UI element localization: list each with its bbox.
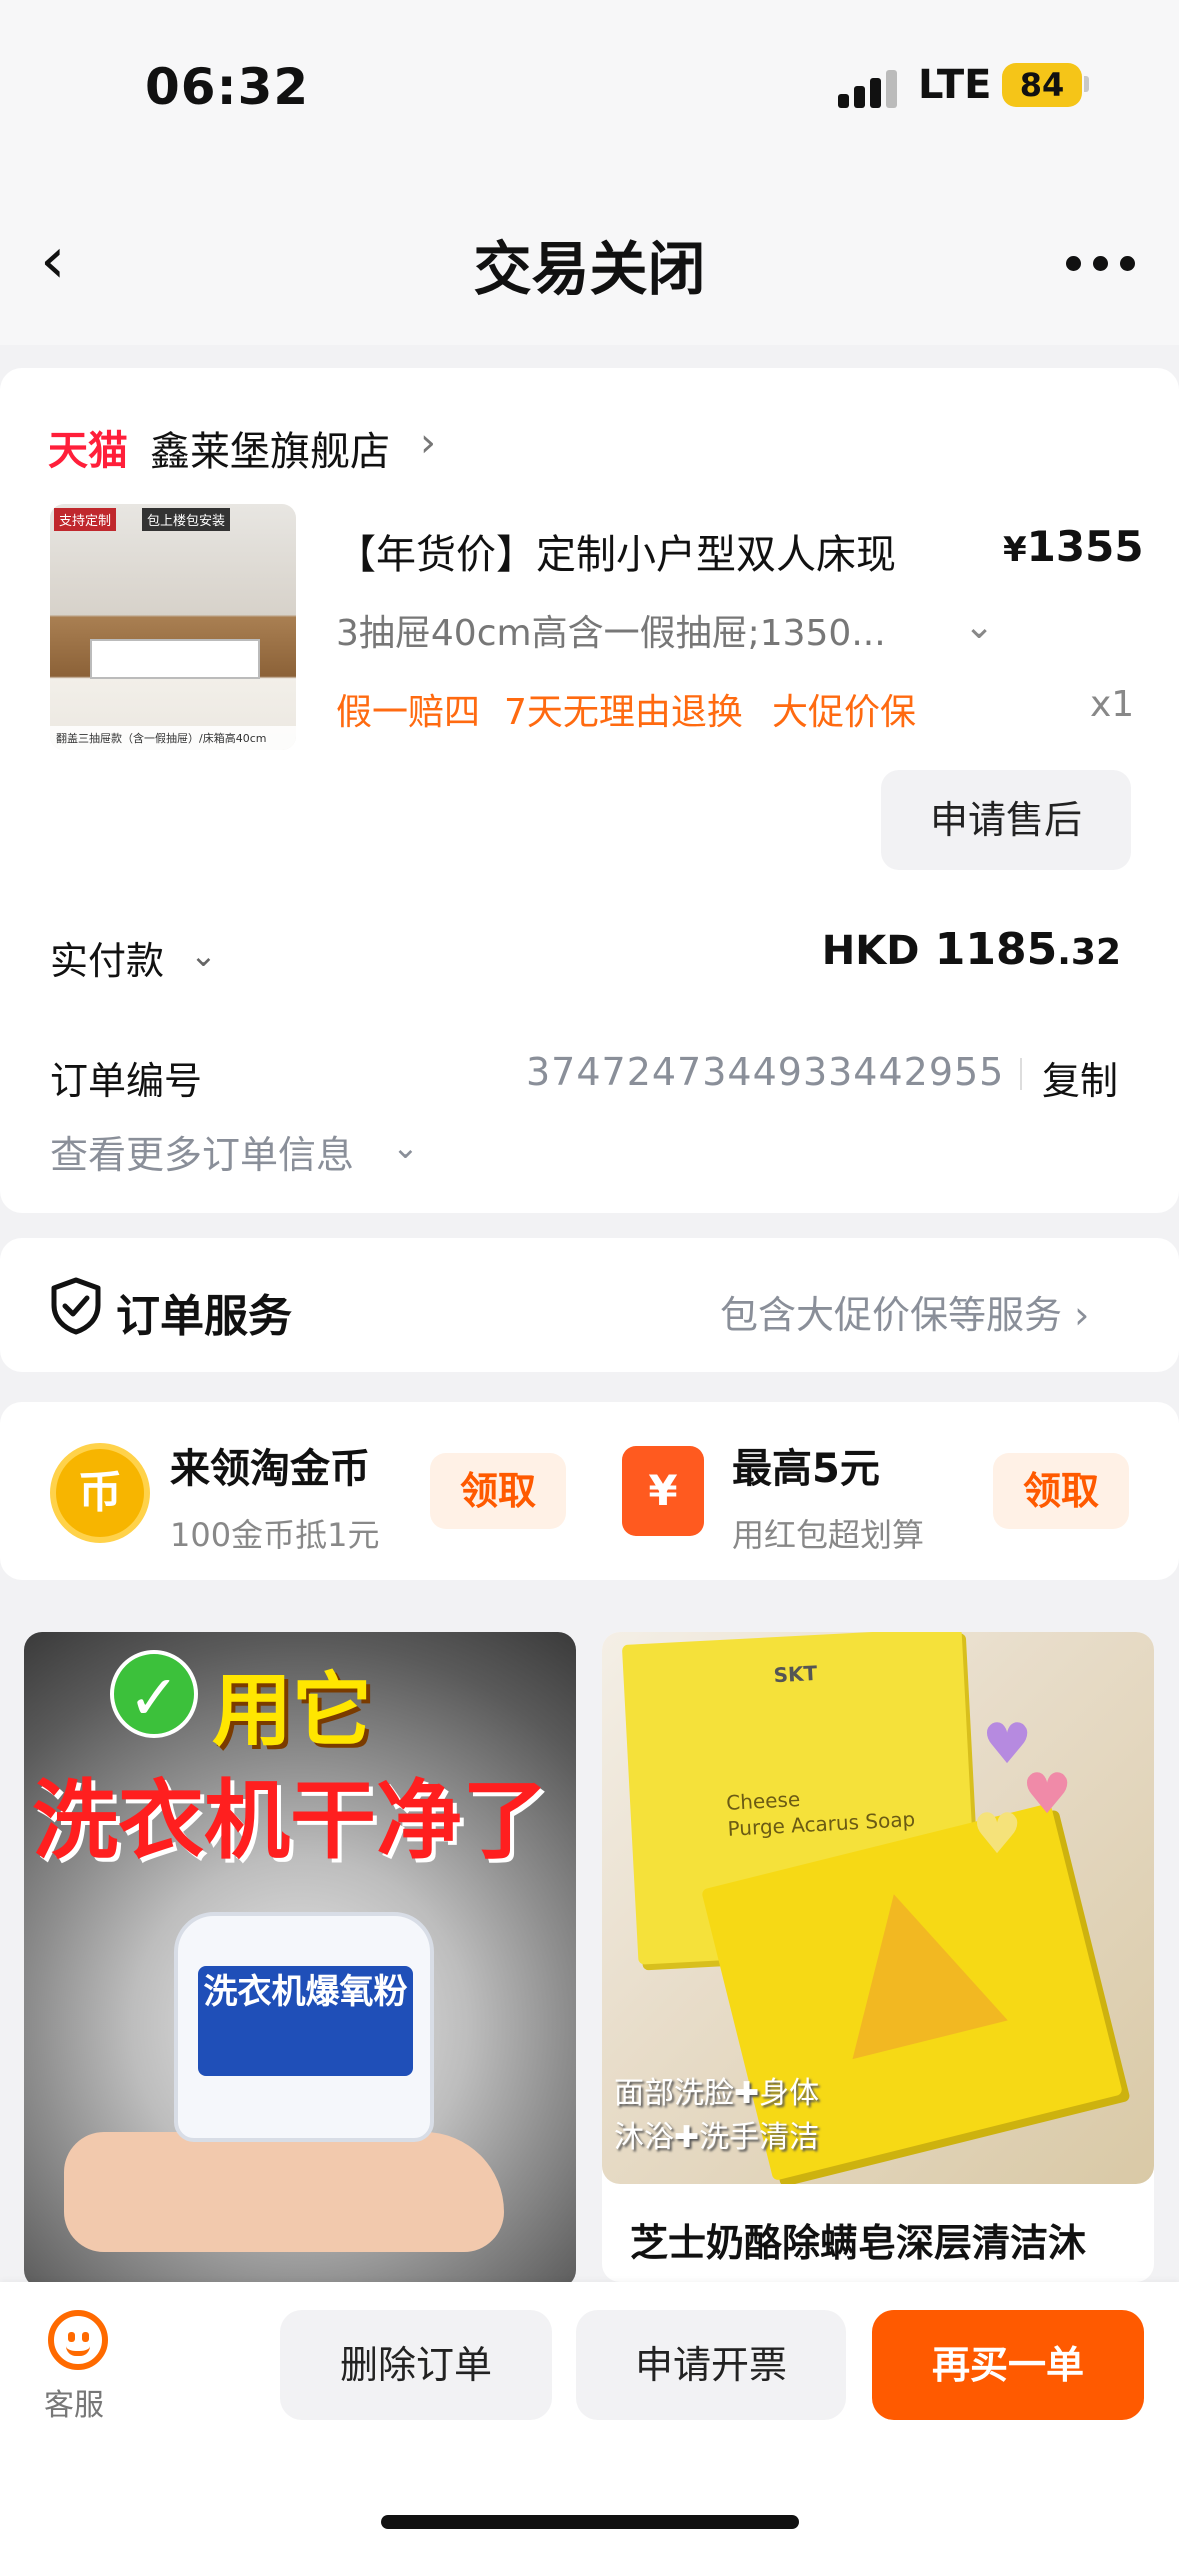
jar-label: 洗衣机爆氧粉 bbox=[198, 1966, 413, 2076]
order-service-desc[interactable]: 包含大促价保等服务 › bbox=[720, 1284, 1089, 1339]
claim-coins-button[interactable]: 领取 bbox=[430, 1453, 566, 1529]
thumb-caption: 翻盖三抽屉款（含一假抽屉）/床箱高40cm bbox=[50, 726, 296, 750]
customer-service-icon[interactable] bbox=[48, 2310, 108, 2370]
check-icon: ✓ bbox=[110, 1650, 198, 1738]
box-name: Cheese Purge Acarus Soap bbox=[725, 1787, 916, 1841]
image-headline: 洗衣机干净了 bbox=[32, 1771, 548, 1871]
recommend-item-title[interactable]: 芝士奶酪除螨皂深层清洁沐 bbox=[630, 2212, 1086, 2267]
image-headline: 用它 bbox=[212, 1664, 372, 1757]
page-title: 交易关闭 bbox=[473, 235, 706, 303]
delete-order-button[interactable]: 删除订单 bbox=[280, 2310, 552, 2420]
recommend-item-image[interactable]: SKT Cheese Purge Acarus Soap ♥ ♥ ♥ 面部洗脸✚身… bbox=[602, 1632, 1154, 2184]
more-order-info-link[interactable]: 查看更多订单信息 bbox=[50, 1124, 354, 1179]
service-tag: 7天无理由退换 bbox=[504, 692, 743, 733]
order-service-title: 订单服务 bbox=[116, 1291, 292, 1342]
customer-service-label[interactable]: 客服 bbox=[44, 2380, 104, 2424]
thumb-tag: 包上楼包安装 bbox=[142, 508, 231, 531]
request-invoice-button[interactable]: 申请开票 bbox=[576, 2310, 846, 2420]
red-packet-icon: ¥ bbox=[622, 1446, 704, 1536]
heart-icon: ♥ bbox=[972, 1802, 1023, 1867]
after-sale-button[interactable]: 申请售后 bbox=[881, 770, 1131, 870]
promo-title: 来领淘金币 bbox=[170, 1446, 370, 1492]
service-tag: 假一赔四 bbox=[336, 692, 481, 733]
bed-drawer bbox=[90, 639, 260, 679]
paid-label[interactable]: 实付款 bbox=[50, 930, 164, 985]
chevron-right-icon[interactable]: › bbox=[420, 420, 436, 466]
status-time: 06:32 bbox=[145, 58, 310, 116]
product-sku[interactable]: 3抽屉40cm高含一假抽屉;1350... bbox=[336, 604, 886, 656]
coin-icon: 币 bbox=[50, 1443, 150, 1543]
chevron-down-icon[interactable]: ⌄ bbox=[392, 1128, 419, 1166]
more-options-icon[interactable] bbox=[1066, 256, 1136, 272]
promo-subtitle: 用红包超划算 bbox=[732, 1516, 925, 1554]
product-title[interactable]: 【年货价】定制小户型双人床现 bbox=[336, 522, 896, 580]
recommend-item-image[interactable]: ✓ 用它 洗衣机干净了 洗衣机爆氧粉 bbox=[24, 1632, 576, 2288]
promo-title: 最高5元 bbox=[732, 1446, 880, 1492]
order-number-label: 订单编号 bbox=[50, 1059, 203, 1103]
heart-icon: ♥ bbox=[1022, 1762, 1073, 1827]
chevron-down-icon[interactable]: ⌄ bbox=[964, 606, 994, 647]
copy-button[interactable]: 复制 bbox=[1042, 1050, 1118, 1105]
home-indicator bbox=[381, 2515, 799, 2529]
signal-icon bbox=[838, 70, 898, 108]
shop-name[interactable]: 鑫莱堡旗舰店 bbox=[150, 419, 390, 477]
claim-red-packet-button[interactable]: 领取 bbox=[993, 1453, 1129, 1529]
paid-amount: HKD 1185.32 bbox=[821, 924, 1121, 975]
tmall-logo: 天猫 bbox=[48, 428, 128, 474]
product-jar: 洗衣机爆氧粉 bbox=[174, 1912, 434, 2142]
buy-again-button[interactable]: 再买一单 bbox=[872, 2310, 1144, 2420]
thumb-tag: 支持定制 bbox=[54, 508, 117, 531]
chevron-down-icon[interactable]: ⌄ bbox=[190, 936, 217, 974]
battery-nub bbox=[1084, 76, 1089, 92]
hand-graphic bbox=[64, 2132, 504, 2252]
promo-subtitle: 100金币抵1元 bbox=[170, 1516, 380, 1554]
image-overlay-text: 面部洗脸✚身体 沐浴✚洗手清洁 bbox=[614, 2076, 820, 2155]
product-thumbnail[interactable]: 支持定制 包上楼包安装 翻盖三抽屉款（含一假抽屉）/床箱高40cm bbox=[50, 504, 296, 750]
order-number: 3747247344933442955 bbox=[526, 1050, 1005, 1094]
divider bbox=[1020, 1058, 1022, 1090]
service-tag: 大促价保 bbox=[772, 692, 917, 733]
box-brand: SKT bbox=[773, 1660, 818, 1688]
battery-icon: 84 bbox=[1002, 63, 1082, 107]
product-price: ¥1355 bbox=[1003, 522, 1144, 571]
network-type: LTE bbox=[918, 62, 992, 108]
product-quantity: x1 bbox=[1090, 684, 1135, 725]
shield-icon bbox=[51, 1277, 101, 1335]
